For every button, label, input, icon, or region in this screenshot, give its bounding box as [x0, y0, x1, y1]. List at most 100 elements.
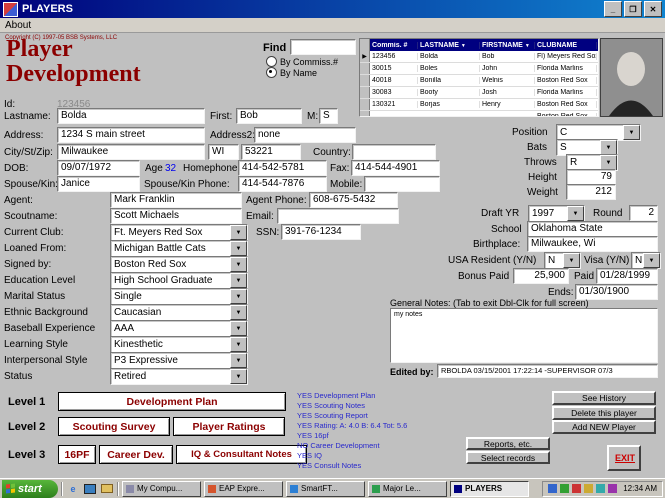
career-dev-button[interactable]: Career Dev.: [99, 445, 173, 464]
iq-consultant-notes-button[interactable]: IQ & Consultant Notes: [176, 445, 307, 464]
player-ratings-button[interactable]: Player Ratings: [173, 417, 285, 436]
tray-icon[interactable]: [608, 484, 618, 493]
grid-row[interactable]: 40018 Bonilla Welnis Boston Red Sox: [360, 75, 598, 87]
dropdown-arrow-icon[interactable]: ▼: [623, 125, 640, 140]
fax-input[interactable]: 414-544-4901: [351, 160, 440, 176]
draft-yr-select[interactable]: 1997 ▼: [528, 205, 585, 222]
marital-status-select[interactable]: Single ▼: [110, 288, 248, 305]
quicklaunch-folder-icon[interactable]: [100, 482, 114, 496]
scoutname-input[interactable]: Scott Michaels: [110, 208, 242, 224]
country-input[interactable]: [352, 144, 436, 160]
learning-style-select[interactable]: Kinesthetic ▼: [110, 336, 248, 353]
visa-select[interactable]: N ▼: [631, 252, 661, 269]
email-input[interactable]: [277, 208, 399, 224]
grid-row-selected[interactable]: ▶ 123456 Bolda Bob Fl) Meyers Red Sox: [360, 51, 598, 63]
state-input[interactable]: WI: [208, 144, 239, 160]
spouse-kin-input[interactable]: Janice: [57, 176, 140, 192]
reports-button[interactable]: Reports, etc.: [466, 437, 550, 450]
close-button[interactable]: ✕: [644, 1, 662, 17]
select-records-button[interactable]: Select records: [466, 451, 550, 464]
baseball-experience-select[interactable]: AAA ▼: [110, 320, 248, 337]
dropdown-arrow-icon[interactable]: ▼: [567, 206, 584, 221]
dropdown-arrow-icon[interactable]: ▼: [600, 140, 617, 155]
taskbar-task-smartft[interactable]: SmartFT...: [286, 480, 365, 497]
dropdown-arrow-icon[interactable]: ▼: [563, 253, 580, 268]
radio-by-commiss[interactable]: By Commiss.#: [266, 56, 338, 67]
radio-by-name[interactable]: By Name: [266, 67, 317, 78]
dropdown-arrow-icon[interactable]: ▼: [230, 273, 247, 288]
dropdown-arrow-icon[interactable]: ▼: [230, 369, 247, 384]
general-notes-input[interactable]: my notes: [390, 308, 658, 363]
tray-icon[interactable]: [596, 484, 606, 493]
grid-row[interactable]: 130321 Borjas Henry Boston Red Sox: [360, 99, 598, 111]
tray-icon[interactable]: [584, 484, 594, 493]
grid-header-firstname[interactable]: FIRSTNAME ▼: [480, 41, 535, 49]
dropdown-arrow-icon[interactable]: ▼: [230, 321, 247, 336]
dropdown-arrow-icon[interactable]: ▼: [230, 225, 247, 240]
address-input[interactable]: 1234 S main street: [57, 127, 205, 143]
exit-button[interactable]: EXIT: [607, 445, 641, 471]
dropdown-arrow-icon[interactable]: ▼: [600, 155, 617, 170]
spouse-phone-input[interactable]: 414-544-7876: [238, 176, 327, 192]
add-new-player-button[interactable]: Add NEW Player: [552, 420, 656, 434]
quicklaunch-desktop-icon[interactable]: [83, 482, 97, 496]
address2-input[interactable]: none: [254, 127, 356, 143]
lastname-input[interactable]: Bolda: [57, 108, 205, 124]
development-plan-button[interactable]: Development Plan: [58, 392, 286, 411]
menu-about[interactable]: About: [5, 20, 31, 31]
ssn-input[interactable]: 391-76-1234: [281, 224, 361, 240]
zip-input[interactable]: 53221: [241, 144, 301, 160]
ethnic-background-select[interactable]: Caucasian ▼: [110, 304, 248, 321]
city-input[interactable]: Milwaukee: [57, 144, 205, 160]
taskbar-task-players-active[interactable]: PLAYERS: [450, 480, 529, 497]
education-level-select[interactable]: High School Graduate ▼: [110, 272, 248, 289]
dropdown-arrow-icon[interactable]: ▼: [230, 353, 247, 368]
weight-input[interactable]: 212: [566, 184, 616, 200]
loaned-from-select[interactable]: Michigan Battle Cats ▼: [110, 240, 248, 257]
birthplace-input[interactable]: Milwaukee, Wi: [527, 236, 658, 252]
scouting-survey-button[interactable]: Scouting Survey: [58, 417, 170, 436]
dropdown-arrow-icon[interactable]: ▼: [230, 337, 247, 352]
grid-header-clubname[interactable]: CLUBNAME: [535, 41, 597, 49]
bonus-paid-input[interactable]: 25,900: [513, 268, 569, 284]
dob-input[interactable]: 09/07/1972: [57, 160, 140, 176]
tray-icon[interactable]: [548, 484, 558, 493]
status-select[interactable]: Retired ▼: [110, 368, 248, 385]
dropdown-arrow-icon[interactable]: ▼: [230, 289, 247, 304]
usa-resident-select[interactable]: N ▼: [544, 252, 581, 269]
grid-row[interactable]: 30015 Boles John Florida Marlins: [360, 63, 598, 75]
paid-date-input[interactable]: 01/28/1999: [596, 268, 658, 284]
grid-header-lastname[interactable]: LASTNAME ▼: [418, 41, 480, 49]
agent-input[interactable]: Mark Franklin: [110, 192, 242, 208]
see-history-button[interactable]: See History: [552, 391, 656, 405]
signed-by-select[interactable]: Boston Red Sox ▼: [110, 256, 248, 273]
dropdown-arrow-icon[interactable]: ▼: [230, 241, 247, 256]
round-input[interactable]: 2: [629, 205, 658, 221]
find-input[interactable]: [290, 39, 356, 55]
grid-row[interactable]: 30083 Booty Josh Florida Marlins: [360, 87, 598, 99]
taskbar-task-my-computer[interactable]: My Compu...: [122, 480, 201, 497]
middle-initial-input[interactable]: S: [319, 108, 338, 124]
homephone-input[interactable]: 414-542-5781: [238, 160, 327, 176]
grid-row[interactable]: Boston Red Sox: [360, 111, 598, 116]
tray-icon[interactable]: [572, 484, 582, 493]
tray-icon[interactable]: [560, 484, 570, 493]
dropdown-arrow-icon[interactable]: ▼: [230, 257, 247, 272]
16pf-button[interactable]: 16PF: [58, 445, 96, 464]
school-input[interactable]: Oklahoma State: [527, 221, 658, 237]
taskbar-task-eap[interactable]: EAP Expre...: [204, 480, 283, 497]
agent-phone-input[interactable]: 608-675-5432: [309, 192, 398, 208]
start-button[interactable]: start: [2, 479, 58, 498]
first-input[interactable]: Bob: [236, 108, 302, 124]
taskbar-task-major-league[interactable]: Major Le...: [368, 480, 447, 497]
mobile-input[interactable]: [364, 176, 440, 192]
height-input[interactable]: 79: [566, 169, 616, 185]
dropdown-arrow-icon[interactable]: ▼: [643, 253, 660, 268]
delete-player-button[interactable]: Delete this player: [552, 406, 656, 420]
maximize-button[interactable]: ❐: [624, 1, 642, 17]
current-club-select[interactable]: Ft. Meyers Red Sox ▼: [110, 224, 248, 241]
minimize-button[interactable]: _: [604, 1, 622, 17]
quicklaunch-browser-icon[interactable]: e: [66, 482, 80, 496]
dropdown-arrow-icon[interactable]: ▼: [230, 305, 247, 320]
grid-header-commis[interactable]: Commis. #: [370, 41, 418, 49]
